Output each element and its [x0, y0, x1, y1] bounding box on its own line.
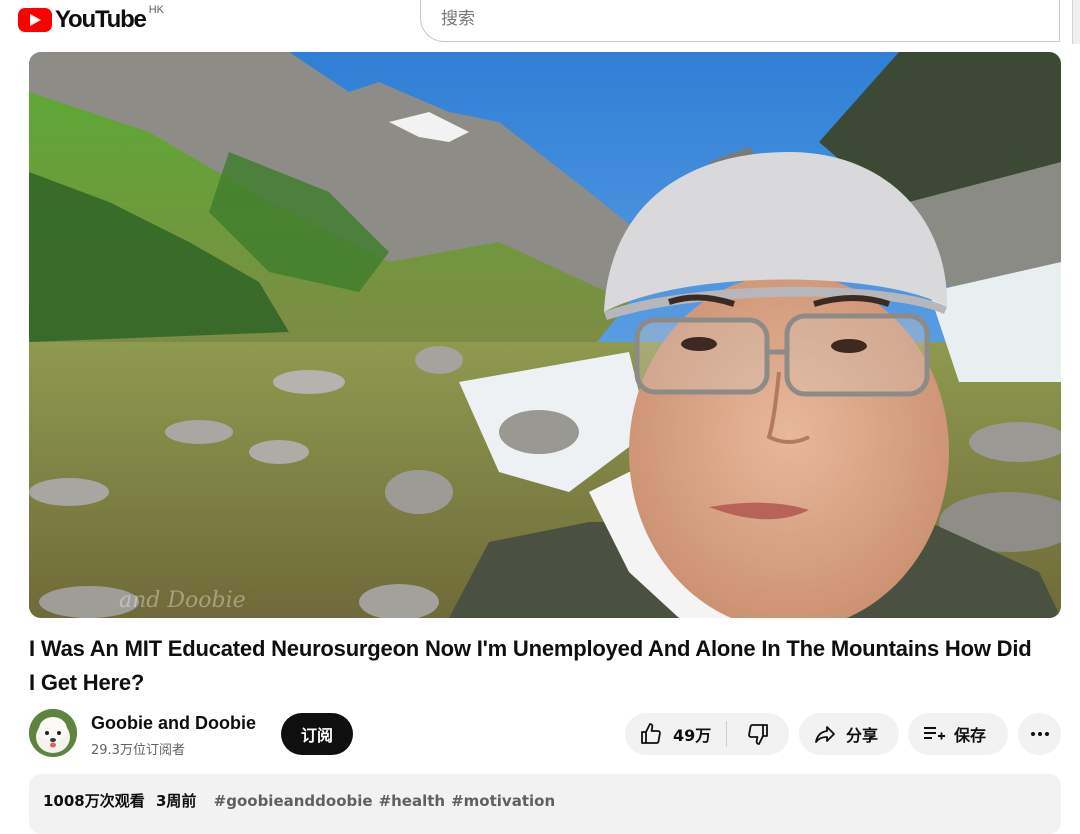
upload-age: 3周前 [155, 792, 197, 810]
more-actions-button[interactable] [1018, 713, 1061, 755]
watermark-text: and Doobie [119, 588, 246, 613]
like-button[interactable]: 49万 [625, 713, 726, 755]
share-arrow-icon [815, 726, 835, 743]
search-button-edge[interactable] [1072, 0, 1080, 44]
subscribe-button[interactable]: 订阅 [281, 713, 353, 755]
video-frame: and Doobie [29, 52, 1061, 618]
thumbs-down-icon [748, 724, 768, 745]
share-label: 分享 [846, 726, 879, 745]
youtube-play-icon [18, 8, 52, 32]
channel-action-row: Goobie and Doobie 29.3万位订阅者 订阅 49万 分享 保存 [29, 708, 1061, 758]
hashtag-link[interactable]: #health [379, 792, 446, 810]
dog-avatar-icon [29, 709, 77, 757]
like-count: 49万 [673, 726, 712, 745]
search-box[interactable] [420, 0, 1060, 42]
share-button[interactable]: 分享 [799, 713, 899, 755]
youtube-logo[interactable]: YouTube HK [18, 4, 164, 34]
logo-text: YouTube [55, 6, 147, 33]
channel-avatar[interactable] [29, 709, 77, 757]
video-title: I Was An MIT Educated Neurosurgeon Now I… [29, 636, 1032, 695]
channel-name[interactable]: Goobie and Doobie [91, 713, 256, 734]
more-horizontal-icon [1030, 732, 1049, 736]
save-label: 保存 [954, 726, 987, 745]
hashtag-link[interactable]: #motivation [451, 792, 555, 810]
dislike-button[interactable] [727, 713, 789, 755]
view-count: 1008万次观看 [43, 792, 145, 810]
search-input[interactable] [441, 8, 1059, 29]
hashtag-link[interactable]: #goobieanddoobie [214, 792, 373, 810]
description-box[interactable]: 1008万次观看 3周前 #goobieanddoobie #health #mot… [29, 774, 1061, 834]
subscriber-count: 29.3万位订阅者 [91, 743, 185, 758]
like-dislike-group: 49万 [625, 713, 789, 755]
thumbs-up-icon [641, 723, 661, 744]
region-code: HK [148, 4, 164, 16]
playlist-add-icon [924, 727, 945, 740]
top-bar: YouTube HK [0, 0, 1080, 44]
save-button[interactable]: 保存 [908, 713, 1008, 755]
video-player[interactable]: and Doobie [29, 52, 1061, 618]
